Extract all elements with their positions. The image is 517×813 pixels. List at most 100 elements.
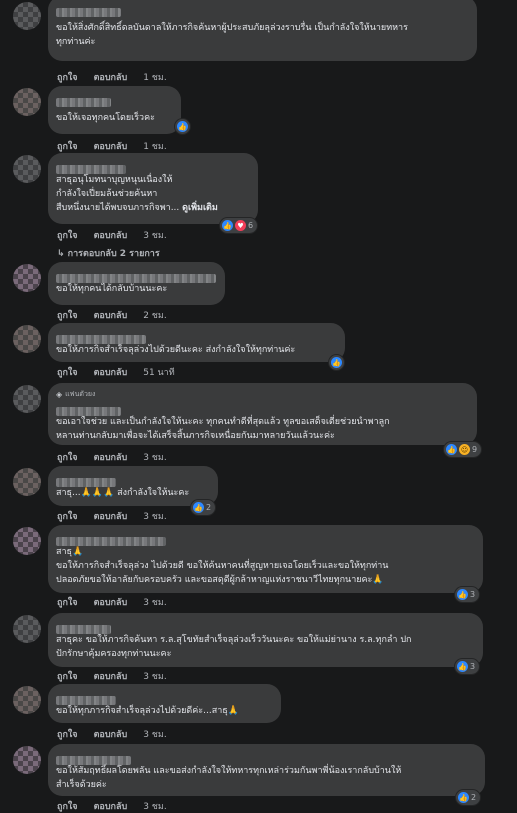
haha-reaction-icon: ☺ — [459, 444, 470, 455]
comment-text: ขอเอาใจช่วย และเป็นกำลังใจให้นะคะ ทุกคนท… — [56, 417, 390, 441]
love-reaction-icon: ♥ — [235, 220, 246, 231]
like-reaction-icon: 👍 — [177, 121, 188, 132]
avatar[interactable] — [13, 264, 41, 292]
timestamp[interactable]: 3 ชม. — [143, 453, 167, 463]
like-link[interactable]: ถูกใจ — [57, 512, 78, 522]
blurred-author-name[interactable] — [56, 537, 166, 546]
timestamp[interactable]: 2 ชม. — [143, 311, 167, 321]
comment-actions: ถูกใจ ตอบกลับ 2 ชม. — [57, 308, 183, 322]
reaction-number: 2 — [471, 793, 477, 802]
reaction-count[interactable]: 👍 — [175, 119, 190, 134]
comment-actions: ถูกใจ ตอบกลับ 3 ชม. — [57, 727, 183, 741]
reaction-count[interactable]: 👍 3 — [455, 659, 480, 674]
timestamp[interactable]: 3 ชม. — [143, 231, 167, 241]
timestamp[interactable]: 3 ชม. — [143, 598, 167, 608]
blurred-author-name[interactable] — [56, 696, 116, 705]
reply-link[interactable]: ตอบกลับ — [94, 368, 128, 378]
reaction-count[interactable]: 👍 3 — [455, 587, 480, 602]
blurred-author-name[interactable] — [56, 625, 111, 634]
comment-actions: ถูกใจ ตอบกลับ 3 ชม. — [57, 509, 183, 523]
comment-actions: ถูกใจ ตอบกลับ 51 นาที — [57, 365, 191, 379]
comment-text: ขอให้สิ่งศักดิ์สิทธิ์ดลบันดาลให้ภารกิจค้… — [56, 23, 408, 47]
blurred-author-name[interactable] — [56, 335, 146, 344]
comment-bubble: ขอให้สิ่งศักดิ์สิทธิ์ดลบันดาลให้ภารกิจค้… — [48, 0, 477, 61]
comment-text: ขอให้ภารกิจสำเร็จลุล่วงไปด้วยดีนะคะ ส่งก… — [56, 345, 296, 355]
comment-actions: ถูกใจ ตอบกลับ 1 ชม. — [57, 139, 183, 153]
reaction-number: 2 — [206, 503, 212, 512]
avatar[interactable] — [13, 686, 41, 714]
blurred-author-name[interactable] — [56, 274, 216, 283]
timestamp[interactable]: 1 ชม. — [143, 73, 167, 83]
like-link[interactable]: ถูกใจ — [57, 672, 78, 682]
comment-bubble: สาธุอนุโมทนาบุญหนุนเนื่องให้ กำลังใจเปี่… — [48, 153, 258, 224]
comment-text: ขอให้ทุกคนได้กลับบ้านนะคะ — [56, 284, 168, 294]
avatar[interactable] — [13, 385, 41, 413]
like-reaction-icon: 👍 — [193, 502, 204, 513]
timestamp[interactable]: 3 ชม. — [143, 730, 167, 740]
comment-actions: ถูกใจ ตอบกลับ 3 ชม. — [57, 450, 183, 464]
avatar[interactable] — [13, 325, 41, 353]
timestamp[interactable]: 1 ชม. — [143, 142, 167, 152]
reaction-number: 3 — [470, 590, 476, 599]
comment-actions: ถูกใจ ตอบกลับ 3 ชม. — [57, 595, 183, 609]
reply-link[interactable]: ตอบกลับ — [94, 73, 128, 83]
timestamp[interactable]: 51 นาที — [143, 368, 174, 378]
reaction-count[interactable]: 👍 2 — [191, 500, 216, 515]
comment-actions: ถูกใจ ตอบกลับ 1 ชม. — [57, 70, 183, 84]
like-reaction-icon: 👍 — [457, 661, 468, 672]
comment-bubble: สาธุ...🙏🙏🙏 ส่งกำลังใจให้นะคะ — [48, 466, 218, 506]
see-more-link[interactable]: ดูเพิ่มเติม — [182, 203, 218, 213]
like-link[interactable]: ถูกใจ — [57, 142, 78, 152]
timestamp[interactable]: 3 ชม. — [143, 672, 167, 682]
reaction-count[interactable]: 👍 ☺ 9 — [444, 442, 482, 457]
like-link[interactable]: ถูกใจ — [57, 368, 78, 378]
reaction-count[interactable]: 👍 — [329, 355, 344, 370]
avatar[interactable] — [13, 615, 41, 643]
blurred-author-name[interactable] — [56, 756, 131, 765]
avatar[interactable] — [13, 746, 41, 774]
like-link[interactable]: ถูกใจ — [57, 598, 78, 608]
fan-badge: ◈ แฟนตัวยง — [56, 389, 96, 399]
reaction-count[interactable]: 👍 2 — [456, 790, 481, 805]
comment-text: ขอให้สัมฤทธิ์ผลโดยพลัน และขอส่งกำลังใจให… — [56, 766, 402, 790]
avatar[interactable] — [13, 2, 41, 30]
reply-link[interactable]: ตอบกลับ — [94, 598, 128, 608]
like-link[interactable]: ถูกใจ — [57, 73, 78, 83]
reply-link[interactable]: ตอบกลับ — [94, 142, 128, 152]
comment-actions: ถูกใจ ตอบกลับ 3 ชม. — [57, 228, 183, 242]
like-reaction-icon: 👍 — [331, 357, 342, 368]
reply-link[interactable]: ตอบกลับ — [94, 730, 128, 740]
avatar[interactable] — [13, 468, 41, 496]
comment-text: ขอให้เจอทุกคนโดยเร็วคะ — [56, 113, 155, 123]
comment-text: สาธุคะ ขอให้ภารกิจค้นหา ร.ล.สุโขทัยสำเร็… — [56, 635, 412, 659]
comment-actions: ถูกใจ ตอบกลับ 3 ชม. — [57, 669, 183, 683]
like-link[interactable]: ถูกใจ — [57, 453, 78, 463]
timestamp[interactable]: 3 ชม. — [143, 512, 167, 522]
like-link[interactable]: ถูกใจ — [57, 231, 78, 241]
reply-link[interactable]: ตอบกลับ — [94, 453, 128, 463]
reply-link[interactable]: ตอบกลับ — [94, 512, 128, 522]
blurred-author-name[interactable] — [56, 8, 121, 17]
reaction-number: 9 — [472, 445, 478, 454]
avatar[interactable] — [13, 527, 41, 555]
fan-badge-icon: ◈ — [56, 389, 63, 399]
reply-link[interactable]: ตอบกลับ — [94, 311, 128, 321]
reaction-number: 6 — [248, 221, 254, 230]
blurred-author-name[interactable] — [56, 165, 126, 174]
reaction-count[interactable]: 👍 ♥ 6 — [220, 218, 258, 233]
like-reaction-icon: 👍 — [457, 589, 468, 600]
comment-bubble: ขอให้ทุกคนได้กลับบ้านนะคะ — [48, 262, 225, 305]
like-reaction-icon: 👍 — [458, 792, 469, 803]
avatar[interactable] — [13, 88, 41, 116]
like-reaction-icon: 👍 — [222, 220, 233, 231]
blurred-author-name[interactable] — [56, 98, 111, 107]
like-link[interactable]: ถูกใจ — [57, 730, 78, 740]
view-replies-link[interactable]: ↳ การตอบกลับ 2 รายการ — [57, 246, 160, 260]
comment-bubble: ขอให้เจอทุกคนโดยเร็วคะ — [48, 86, 181, 134]
blurred-author-name[interactable] — [56, 407, 121, 416]
reply-link[interactable]: ตอบกลับ — [94, 672, 128, 682]
avatar[interactable] — [13, 155, 41, 183]
reply-link[interactable]: ตอบกลับ — [94, 231, 128, 241]
like-link[interactable]: ถูกใจ — [57, 311, 78, 321]
blurred-author-name[interactable] — [56, 478, 116, 487]
